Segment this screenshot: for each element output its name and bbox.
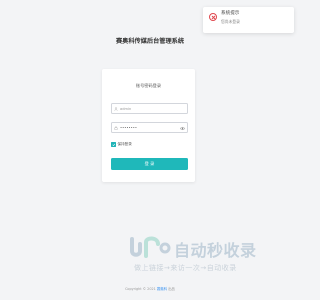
remember-label: 保持登录 <box>117 142 132 146</box>
login-card: 账号密码登录 保持登录 登 录 <box>102 69 195 182</box>
watermark-main-text: 自动秒收录 <box>174 241 257 260</box>
login-button[interactable]: 登 录 <box>111 158 188 170</box>
footer-suffix: 出品 <box>168 287 175 291</box>
watermark-sub-text: 做上链接→来访一次→自动收录 <box>134 264 237 272</box>
close-circle-icon <box>209 13 217 21</box>
remember-checkbox[interactable] <box>111 142 116 147</box>
password-input[interactable] <box>120 123 180 132</box>
lock-icon <box>112 122 120 133</box>
footer-link[interactable]: 赛奥科 <box>157 287 167 291</box>
notification-toast[interactable]: 系统提示 您尚未登录 <box>203 7 294 33</box>
remember-me[interactable]: 保持登录 <box>111 142 132 147</box>
login-page: 系统提示 您尚未登录 赛奥科传媒后台管理系统 账号密码登录 保持登录 登 录 <box>0 0 300 300</box>
page-title: 赛奥科传媒后台管理系统 <box>115 38 185 45</box>
username-field[interactable] <box>111 103 188 114</box>
footer: Copyright © 2021 赛奥科 出品 <box>0 286 300 291</box>
eye-icon[interactable] <box>180 126 185 131</box>
footer-copyright: Copyright © 2021 <box>125 287 156 291</box>
user-icon <box>112 103 120 114</box>
toast-title: 系统提示 <box>221 11 240 16</box>
login-heading: 账号密码登录 <box>135 83 162 88</box>
watermark: 自动秒收录 做上链接→来访一次→自动收录 <box>128 236 280 276</box>
username-input[interactable] <box>120 104 180 113</box>
toast-message: 您尚未登录 <box>221 19 240 24</box>
watermark-logo-icon <box>130 236 171 258</box>
password-field[interactable] <box>111 122 188 133</box>
